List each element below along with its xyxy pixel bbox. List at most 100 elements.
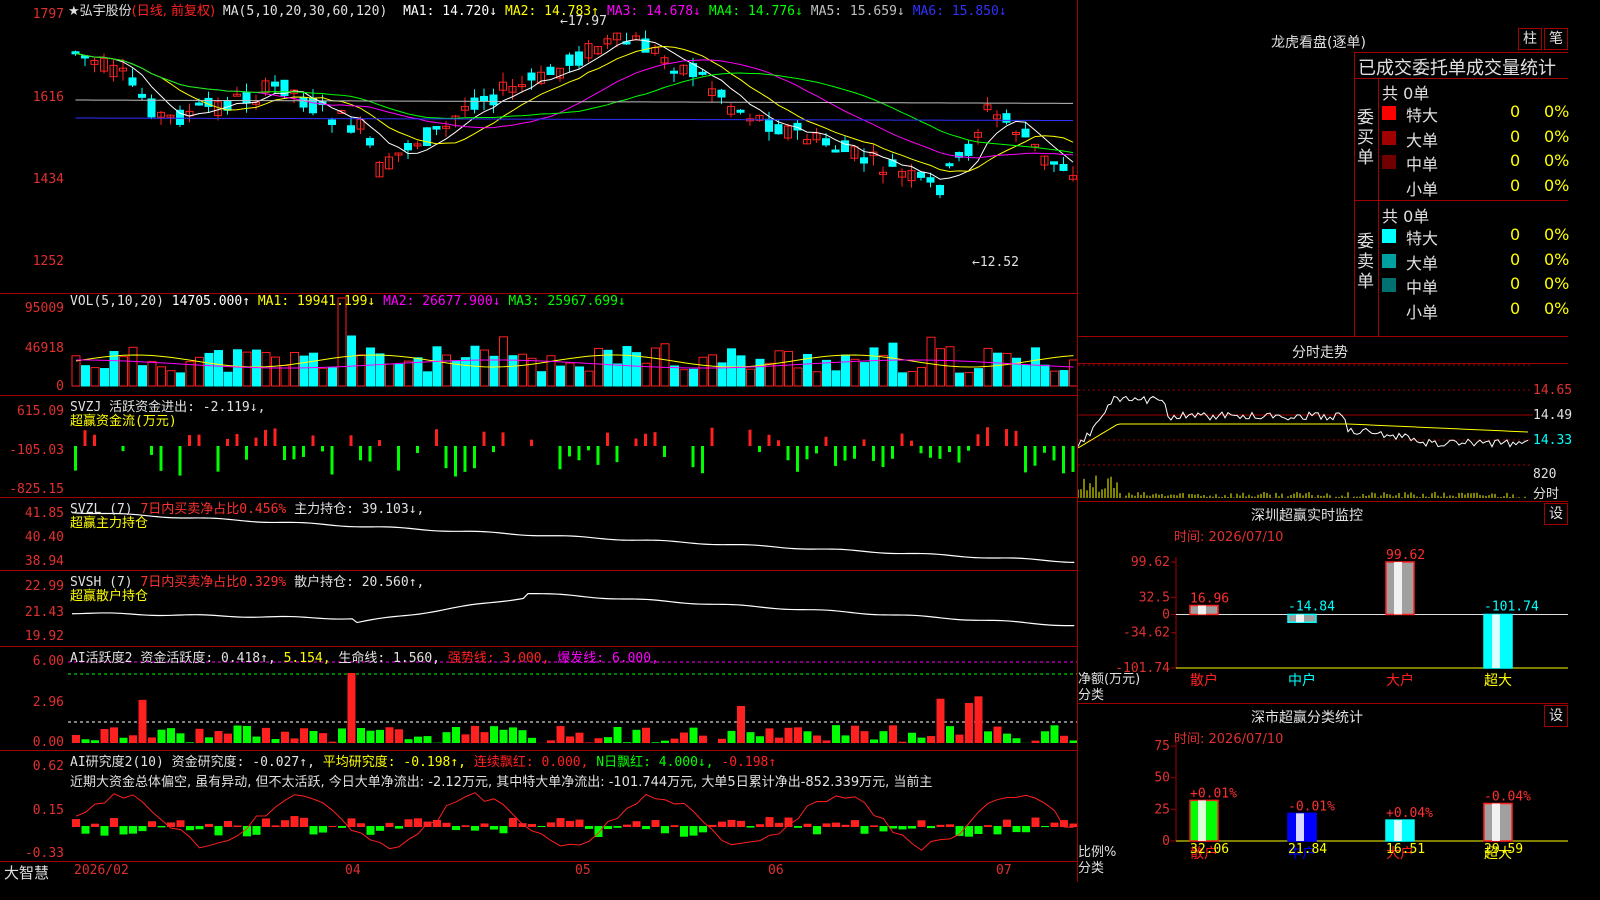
activity-bar xyxy=(100,729,109,743)
flow-bar xyxy=(634,438,638,446)
activity-bar xyxy=(224,733,232,743)
research-bar xyxy=(604,826,612,830)
research-bar xyxy=(214,826,223,836)
order-size-swatch xyxy=(1382,229,1396,243)
main-chart-panel[interactable]: 1797 1616 1434 1252 ★弘宇股份(日线, 前复权) MA(5,… xyxy=(0,0,1077,294)
flow-bar xyxy=(568,446,571,457)
flow-bar xyxy=(245,446,248,460)
x-axis: 大智慧 2026/02 04 05 06 07 xyxy=(0,862,1077,882)
ma-value: MA6: 15.850↓ xyxy=(912,4,1007,19)
ma-value: MA4: 14.776↓ xyxy=(708,4,803,19)
research-bar xyxy=(471,826,479,831)
activity-bar xyxy=(366,730,375,743)
activity-bar xyxy=(404,739,413,743)
research-bar xyxy=(917,820,926,827)
order-size-percent: 0% xyxy=(1544,249,1570,269)
flow-bar xyxy=(577,446,581,461)
research-bar xyxy=(1012,826,1021,833)
price-axis-label: 1434 xyxy=(32,172,64,187)
activity-bar xyxy=(860,731,869,743)
candle-body xyxy=(936,184,944,196)
ai-active-panel[interactable]: 6.00 2.96 0.00 AI活跃度2 资金活跃度: 0.418↑, 5.1… xyxy=(0,647,1077,751)
research-bar xyxy=(784,817,793,827)
svzj-axis-label: -825.15 xyxy=(9,482,64,497)
candle-body xyxy=(717,89,726,98)
flow-bar xyxy=(834,446,837,466)
ai-research-panel[interactable]: 0.62 0.15 -0.33 AI研究度2(10) 资金研究度: -0.027… xyxy=(0,751,1077,862)
sz-class-panel[interactable]: 深市超赢分类统计 设 时间: 2026/07/10 75 50 25 0 +0.01% 散… xyxy=(1078,703,1568,883)
chart-mode[interactable]: (日线, 前复权) xyxy=(132,4,215,19)
volume-bar xyxy=(157,366,166,387)
activity-bar xyxy=(879,731,888,743)
volume-bar xyxy=(166,370,176,387)
flow-bar xyxy=(957,446,961,463)
activity-bar xyxy=(252,736,261,743)
candlestick-chart[interactable] xyxy=(0,0,1077,293)
research-bar xyxy=(765,817,774,827)
volume-bar xyxy=(375,353,385,387)
volume-panel[interactable]: 95009 46918 0 VOL(5,10,20) 14705.000↑ MA… xyxy=(0,294,1077,396)
vol-ma3: MA3: 25967.699↓ xyxy=(508,294,626,309)
volume-bar xyxy=(1069,359,1077,387)
bar-highlight xyxy=(1296,614,1304,623)
research-bar xyxy=(946,824,954,827)
svsh-axis-label: 19.92 xyxy=(24,629,64,644)
flow-bar xyxy=(767,434,771,446)
volume-bar xyxy=(537,371,546,387)
activity-bar xyxy=(1041,731,1049,743)
svsh-panel[interactable]: 22.99 21.43 19.92 SVSH (7) 7日内买卖净占比0.329… xyxy=(0,571,1077,647)
x-axis-label: 04 xyxy=(345,863,361,878)
dragon-tiger-panel[interactable]: 龙虎看盘(逐单) 柱 笔 已成交委托单成交量统计 委买单 委卖单 共 0单 共 … xyxy=(1078,0,1570,337)
activity-bar xyxy=(898,741,907,743)
ma-line xyxy=(75,117,1074,122)
research-bar xyxy=(271,825,280,827)
x-axis-label: 06 xyxy=(768,863,784,878)
tick-view-button[interactable]: 笔 xyxy=(1544,28,1568,50)
vol-value: 14705.000↑ xyxy=(171,294,251,309)
research-bar xyxy=(803,823,812,827)
bar-view-button[interactable]: 柱 xyxy=(1518,28,1542,50)
activity-bar xyxy=(594,738,603,743)
flow-bar xyxy=(454,446,457,477)
flow-bar xyxy=(264,429,267,446)
activity-bar xyxy=(129,735,137,743)
flow-bar xyxy=(283,446,286,461)
activity-bar xyxy=(1069,740,1077,743)
volume-bar xyxy=(442,354,451,387)
bar-bottom-label: 32.06 xyxy=(1190,842,1229,857)
activity-bar xyxy=(556,726,565,743)
svzl-panel[interactable]: 41.85 40.40 38.94 SVZL (7) 7日内买卖净占比0.456… xyxy=(0,498,1077,571)
research-bar xyxy=(233,825,242,827)
intraday-toggle[interactable]: 分时 xyxy=(1533,483,1559,502)
activity-bar xyxy=(765,728,774,743)
volume-bar xyxy=(556,365,565,387)
svzj-panel[interactable]: 615.09 -105.03 -825.15 SVZJ 活跃资金进出: -2.1… xyxy=(0,396,1077,498)
volume-bar xyxy=(793,367,803,387)
sz-monitor-panel[interactable]: 深圳超赢实时监控 设 时间: 2026/07/10 99.62 32.5 0 -34.… xyxy=(1078,501,1568,703)
order-size-count: 0 xyxy=(1510,126,1521,146)
candle-body xyxy=(822,138,830,146)
flow-bar xyxy=(416,446,419,453)
low-price-label: ←12.52 xyxy=(972,255,1019,270)
sz-monitor-xtitle: 分类 xyxy=(1078,688,1105,703)
research-bar xyxy=(366,826,375,835)
ai-research-axis-label: 0.62 xyxy=(32,759,64,774)
stock-name[interactable]: ★弘宇股份 xyxy=(68,4,132,19)
research-bar xyxy=(974,826,983,834)
research-bar xyxy=(347,818,356,827)
svsh-ratio: 7日内买卖净占比0.329% xyxy=(140,575,287,590)
volume-bar xyxy=(280,365,290,387)
research-bar xyxy=(509,817,517,827)
activity-bar xyxy=(803,731,812,743)
activity-bar xyxy=(176,733,185,743)
research-bar xyxy=(737,820,745,827)
intraday-panel[interactable]: 分时走势 14.65 14.49 14.33 820 分时 xyxy=(1078,338,1572,502)
activity-bar xyxy=(119,737,128,743)
research-bar xyxy=(224,820,232,827)
category-label: 中户 xyxy=(1288,672,1316,689)
flow-bar xyxy=(653,432,657,446)
candle-body xyxy=(299,97,308,108)
activity-bar xyxy=(309,731,318,743)
research-bar xyxy=(708,824,717,827)
volume-bar xyxy=(613,363,622,387)
